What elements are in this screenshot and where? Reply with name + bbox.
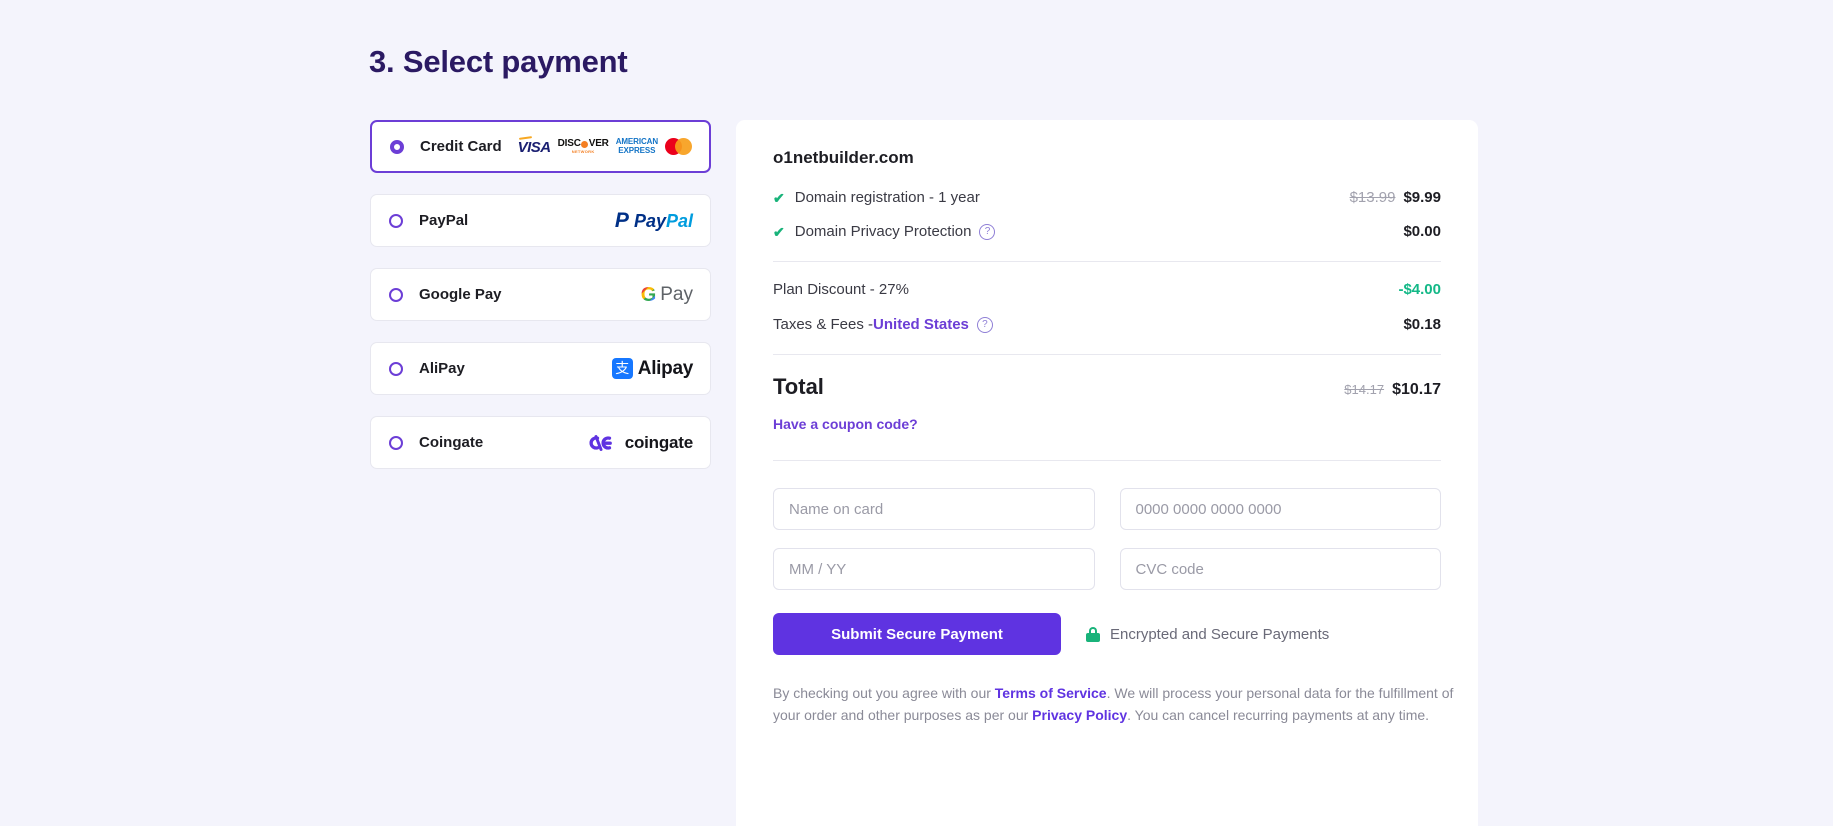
payment-method-paypal[interactable]: PayPal P PayPal (370, 194, 711, 247)
google-pay-logo-icon: G Pay (641, 285, 693, 305)
payment-method-label: Google Pay (419, 286, 502, 303)
line-item-old-price: $13.99 (1349, 189, 1396, 206)
amex-line2: EXPRESS (618, 145, 656, 155)
form-actions: Submit Secure Payment Encrypted and Secu… (773, 613, 1441, 655)
privacy-policy-link[interactable]: Privacy Policy (1032, 707, 1127, 723)
total-divider (773, 354, 1441, 355)
payment-method-label: PayPal (419, 212, 469, 229)
alipay-mark-icon: 支 (611, 358, 633, 379)
total-row: Total $14.17 $10.17 (773, 374, 1441, 400)
domain-name: o1netbuilder.com (773, 148, 914, 167)
payment-method-label: Credit Card (420, 138, 502, 155)
radio-paypal[interactable] (389, 213, 403, 228)
taxes-fees-amount: $0.18 (1403, 316, 1441, 333)
radio-coingate[interactable] (389, 435, 403, 450)
coupon-code-link[interactable]: Have a coupon code? (773, 416, 918, 432)
paypal-text-pay: Pay (633, 210, 666, 231)
google-pay-text: Pay (660, 284, 693, 305)
alipay-text: Alipay (637, 358, 694, 379)
payment-method-label: Coingate (419, 434, 484, 451)
radio-alipay[interactable] (389, 361, 403, 376)
page-title: 3. Select payment (369, 44, 628, 79)
check-icon: ✔ (773, 223, 785, 240)
amex-icon: AMERICAN EXPRESS (616, 137, 658, 155)
line-item-domain-registration: ✔ Domain registration - 1 year $13.99 $9.… (773, 189, 1441, 206)
google-g-icon: G (640, 283, 657, 306)
paypal-text-pal: Pal (665, 210, 693, 231)
terms-of-service-link[interactable]: Terms of Service (995, 685, 1107, 701)
payment-method-label: AliPay (419, 360, 465, 377)
line-item-domain-privacy: ✔ Domain Privacy Protection ? $0.00 (773, 223, 1441, 240)
secure-payment-note: Encrypted and Secure Payments (1086, 626, 1329, 643)
card-form-row-2 (773, 548, 1441, 590)
mastercard-icon (665, 138, 692, 155)
line-item-amount: $13.99 $9.99 (1350, 189, 1441, 206)
help-icon[interactable]: ? (979, 223, 996, 240)
terms-text: By checking out you agree with our Terms… (773, 683, 1473, 726)
payment-method-google-pay[interactable]: Google Pay G Pay (370, 268, 711, 321)
total-amount: $14.17 $10.17 (1344, 381, 1441, 399)
alipay-logo-icon: 支 Alipay (611, 358, 694, 379)
line-item-price: $0.00 (1403, 223, 1441, 240)
card-expiry-input[interactable] (773, 548, 1095, 590)
total-label: Total (773, 374, 824, 399)
name-on-card-input[interactable] (773, 488, 1095, 530)
order-summary-panel: o1netbuilder.com ✔ Domain registration -… (736, 120, 1478, 826)
payment-method-list: Credit Card VISA DISC VER NETWORK AMERICA… (370, 120, 711, 490)
total-final-amount: $10.17 (1392, 381, 1441, 398)
secure-note-label: Encrypted and Secure Payments (1110, 625, 1330, 643)
paypal-mark: P (614, 209, 629, 232)
check-icon: ✔ (773, 189, 785, 206)
terms-part-3: . You can cancel recurring payments at a… (1127, 706, 1430, 723)
payment-method-alipay[interactable]: AliPay 支 Alipay (370, 342, 711, 395)
card-form-row-1 (773, 488, 1441, 530)
card-number-input[interactable] (1119, 488, 1441, 530)
coingate-text: coingate (624, 433, 694, 452)
visa-icon: VISA (517, 139, 552, 156)
help-icon[interactable]: ? (976, 316, 993, 333)
terms-part-1: By checking out you agree with our (773, 685, 995, 701)
row-plan-discount: Plan Discount - 27% -$4.00 (773, 281, 1441, 298)
submit-secure-payment-button[interactable]: Submit Secure Payment (773, 613, 1061, 655)
card-brands-logos: VISA DISC VER NETWORK AMERICAN EXPRESS (517, 137, 692, 156)
coingate-mark-icon (589, 434, 612, 451)
line-item-label: Domain Privacy Protection (794, 223, 972, 240)
radio-credit-card[interactable] (390, 139, 404, 154)
line-item-label: Domain registration - 1 year (794, 189, 980, 206)
row-taxes-fees: Taxes & Fees - United States ? $0.18 (773, 316, 1441, 333)
plan-discount-label: Plan Discount - 27% (773, 281, 909, 298)
total-old-amount: $14.17 (1344, 382, 1385, 397)
taxes-country-link[interactable]: United States (873, 316, 969, 333)
coingate-logo-icon: coingate (586, 433, 693, 453)
summary-divider (773, 261, 1441, 262)
paypal-logo-icon: P PayPal (615, 210, 693, 231)
plan-discount-amount: -$4.00 (1398, 281, 1441, 298)
line-item-price: $9.99 (1403, 189, 1441, 206)
discover-icon: DISC VER NETWORK (557, 138, 609, 154)
form-divider (773, 460, 1441, 461)
payment-method-credit-card[interactable]: Credit Card VISA DISC VER NETWORK AMERICA… (370, 120, 711, 173)
taxes-fees-label: Taxes & Fees - (773, 316, 874, 333)
radio-google-pay[interactable] (389, 287, 403, 302)
card-cvc-input[interactable] (1119, 548, 1441, 590)
lock-icon (1086, 626, 1100, 642)
payment-method-coingate[interactable]: Coingate coingate (370, 416, 711, 469)
discover-sub-label: NETWORK (571, 149, 595, 154)
